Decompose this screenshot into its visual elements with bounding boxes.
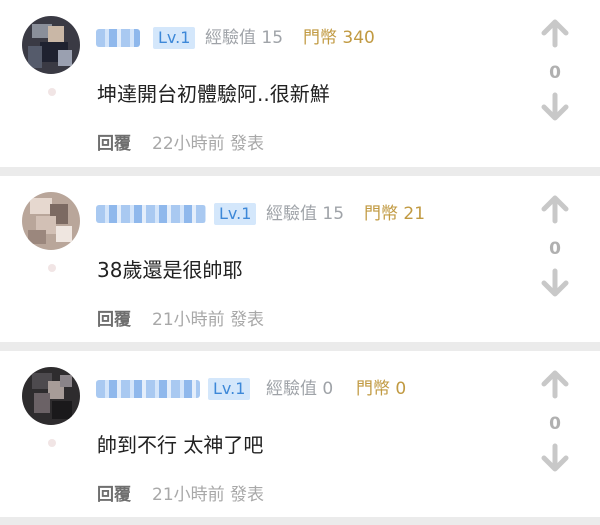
arrow-down-icon[interactable] xyxy=(540,268,570,298)
arrow-up-icon[interactable] xyxy=(540,369,570,399)
username-blurred[interactable] xyxy=(96,29,140,47)
comment-text: 38歲還是很帥耶 xyxy=(97,258,243,282)
comment-divider xyxy=(0,342,600,351)
avatar[interactable] xyxy=(22,367,80,425)
username-blurred[interactable] xyxy=(96,380,200,398)
level-badge: Lv.1 xyxy=(153,27,196,49)
comment-item: Lv.1 經驗值 15 門幣 21 38歲還是很帥耶 回覆 21小時前 發表 0 xyxy=(0,176,600,341)
exp-label: 經驗值 15 xyxy=(266,204,345,224)
reply-button[interactable]: 回覆 xyxy=(97,133,131,155)
comment-divider xyxy=(0,167,600,176)
coin-label: 門幣 340 xyxy=(303,28,375,48)
comment-item: Lv.1 經驗值 0 門幣 0 帥到不行 太神了吧 回覆 21小時前 發表 0 xyxy=(0,351,600,516)
exp-label: 經驗值 15 xyxy=(205,28,284,48)
post-time: 21小時前 發表 xyxy=(152,485,265,505)
coin-label: 門幣 21 xyxy=(364,204,426,224)
comment-item: Lv.1 經驗值 15 門幣 340 坤達開台初體驗阿..很新鮮 回覆 22小時… xyxy=(0,0,600,165)
arrow-down-icon[interactable] xyxy=(540,92,570,122)
status-dot xyxy=(48,88,56,96)
reply-button[interactable]: 回覆 xyxy=(97,484,131,506)
post-time: 21小時前 發表 xyxy=(152,310,265,330)
comment-divider xyxy=(0,517,600,525)
exp-label: 經驗值 0 xyxy=(266,379,334,399)
comment-text: 帥到不行 太神了吧 xyxy=(97,433,264,457)
status-dot xyxy=(48,264,56,272)
arrow-down-icon[interactable] xyxy=(540,443,570,473)
username-blurred[interactable] xyxy=(96,205,206,223)
vote-count: 0 xyxy=(549,414,561,434)
coin-label: 門幣 0 xyxy=(356,379,407,399)
vote-count: 0 xyxy=(549,239,561,259)
level-badge: Lv.1 xyxy=(214,203,257,225)
arrow-up-icon[interactable] xyxy=(540,18,570,48)
comment-text: 坤達開台初體驗阿..很新鮮 xyxy=(97,82,330,106)
vote-count: 0 xyxy=(549,63,561,83)
avatar[interactable] xyxy=(22,192,80,250)
avatar[interactable] xyxy=(22,16,80,74)
level-badge: Lv.1 xyxy=(208,378,251,400)
post-time: 22小時前 發表 xyxy=(152,134,265,154)
status-dot xyxy=(48,439,56,447)
arrow-up-icon[interactable] xyxy=(540,194,570,224)
reply-button[interactable]: 回覆 xyxy=(97,309,131,331)
